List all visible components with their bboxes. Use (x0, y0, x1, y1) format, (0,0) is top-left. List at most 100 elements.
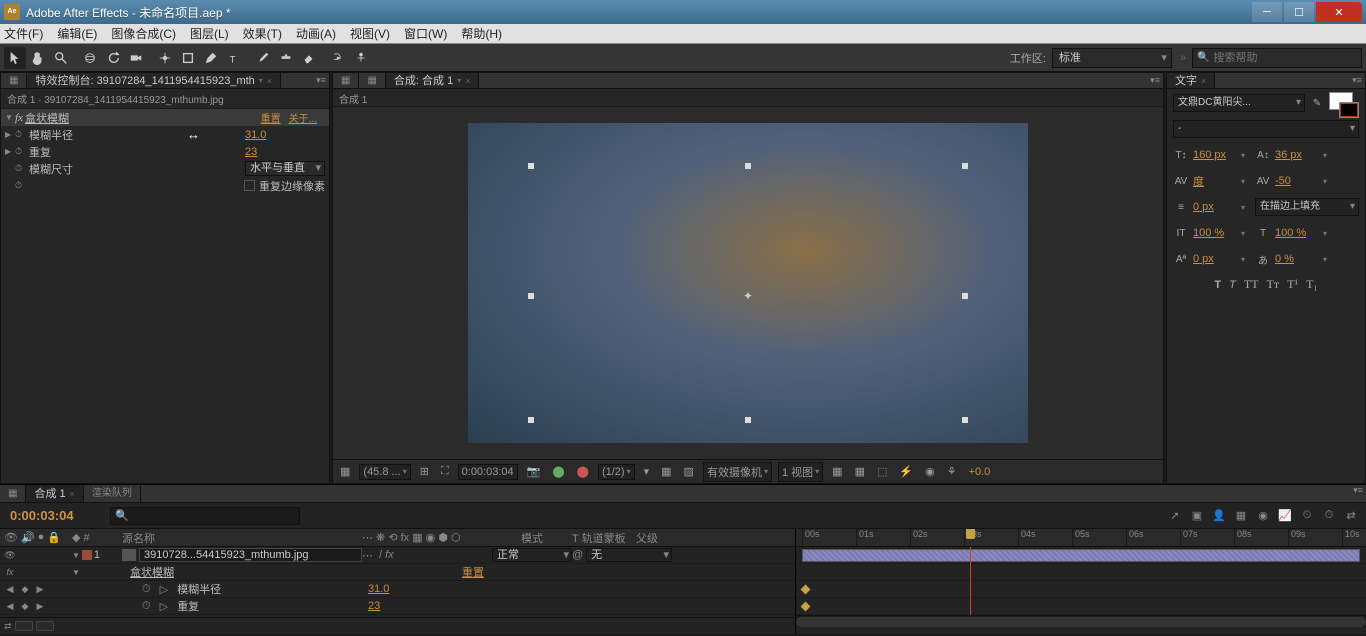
anchor-icon[interactable]: ✦ (742, 290, 754, 302)
toggle-switches-button[interactable]: ⇄ (4, 621, 12, 632)
transform-handle[interactable] (528, 163, 534, 169)
channel-icon[interactable]: ⬤ (549, 464, 567, 479)
tab-icon[interactable]: ▦ (0, 485, 26, 502)
text-tool[interactable]: T (223, 47, 245, 69)
eye-icon[interactable]: 👁 (4, 531, 18, 544)
effect-controls-tab[interactable]: 特效控制台: 39107284_1411954415923_mth▾× (27, 73, 281, 88)
panel-menu-icon[interactable]: ▾≡ (313, 75, 329, 86)
character-tab[interactable]: 文字× (1167, 73, 1215, 88)
keyframe-icon[interactable] (801, 602, 811, 612)
audio-icon[interactable]: 🔊 (21, 531, 35, 544)
vscale-value[interactable]: 100 % (1193, 227, 1237, 239)
tracking-value[interactable]: -50 (1275, 175, 1319, 187)
eyedropper-icon[interactable]: ✎ (1309, 98, 1325, 109)
layer-duration-bar[interactable] (802, 549, 1360, 562)
exposure-value[interactable]: +0.0 (966, 465, 994, 479)
subscript[interactable]: T₁ (1306, 277, 1318, 292)
faux-italic[interactable]: T (1229, 277, 1236, 292)
comp-mini-icon[interactable]: ➚ (1166, 509, 1184, 522)
workspace-dropdown[interactable]: 标准 (1052, 48, 1172, 68)
menu-animation[interactable]: 动画(A) (296, 25, 336, 42)
resolution-dropdown[interactable]: (1/2)▾ (598, 464, 635, 480)
fx-dimensions-dropdown[interactable]: 水平与垂直 (245, 161, 325, 176)
maximize-button[interactable]: ☐ (1284, 2, 1314, 22)
stroke-color-swatch[interactable] (1339, 102, 1359, 118)
footage-tab-icon[interactable]: ▦ (359, 73, 385, 88)
minimize-button[interactable]: ─ (1252, 2, 1282, 22)
graph-editor-icon[interactable]: 📈 (1276, 509, 1294, 522)
camera-dropdown[interactable]: 有效摄像机▾ (703, 462, 772, 482)
clone-tool[interactable] (275, 47, 297, 69)
transform-handle[interactable] (962, 163, 968, 169)
font-style-dropdown[interactable]: - (1173, 120, 1359, 138)
switch-toggle[interactable] (15, 621, 33, 631)
timeline-comp-tab[interactable]: 合成 1× (26, 485, 83, 502)
rect-tool[interactable] (177, 47, 199, 69)
blend-mode-dropdown[interactable]: 正常 (492, 548, 572, 562)
prop-value[interactable]: 31.0 (368, 583, 389, 595)
comp-canvas[interactable]: ✦ (468, 123, 1028, 443)
solo-icon[interactable]: ● (38, 531, 45, 544)
stroke-option-dropdown[interactable]: 在描边上填充 (1255, 198, 1359, 216)
transform-handle[interactable] (962, 293, 968, 299)
current-time-display[interactable]: 0:00:03:04 (0, 508, 110, 523)
timeline-icon[interactable]: ◉ (922, 464, 938, 479)
transparency-icon[interactable]: ▨ (681, 464, 697, 479)
roi-icon[interactable]: ⛶ (438, 464, 452, 479)
menu-file[interactable]: 文件(F) (4, 25, 43, 42)
kerning-value[interactable]: 度 (1193, 173, 1237, 189)
shy-icon[interactable]: 👤 (1210, 509, 1228, 522)
stopwatch-icon[interactable]: ⏱ (15, 180, 29, 191)
expression-icon[interactable]: ▷ (160, 583, 168, 596)
superscript[interactable]: T¹ (1287, 277, 1298, 292)
timeline-search-input[interactable] (129, 510, 295, 521)
transform-handle[interactable] (528, 293, 534, 299)
hand-tool[interactable] (27, 47, 49, 69)
all-caps[interactable]: TT (1244, 277, 1259, 292)
label-color[interactable] (82, 550, 92, 560)
lock-icon[interactable]: 🔒 (47, 531, 61, 544)
orbit-tool[interactable] (79, 47, 101, 69)
transform-handle[interactable] (528, 417, 534, 423)
font-size-value[interactable]: 160 px (1193, 149, 1237, 161)
stopwatch-icon[interactable]: ⏱ (15, 163, 29, 174)
expression-icon[interactable]: ▷ (160, 600, 168, 613)
fx-effect-header[interactable]: ▼fx 盒状模糊 重置 关于... (1, 109, 329, 126)
resolution-icon[interactable]: ⊞ (417, 464, 432, 479)
transform-handle[interactable] (745, 417, 751, 423)
menu-help[interactable]: 帮助(H) (461, 25, 502, 42)
tsume-value[interactable]: 0 % (1275, 253, 1319, 265)
timeline-search[interactable]: 🔍 (110, 507, 300, 525)
stopwatch-icon[interactable]: ⏱ (15, 129, 29, 140)
eraser-tool[interactable] (298, 47, 320, 69)
toggle-icon[interactable]: ▦ (852, 464, 868, 479)
stopwatch-icon[interactable]: ⏱ (142, 600, 151, 613)
magnification-dropdown[interactable]: (45.8 ...▾ (359, 464, 410, 480)
timeline-layer-row[interactable]: 👁 ▼1 3910728...54415923_mthumb.jpg ⋯/fx … (0, 547, 795, 564)
composition-tab[interactable]: 合成: 合成 1▾× (386, 73, 480, 88)
hscale-value[interactable]: 100 % (1275, 227, 1319, 239)
fx-reset-link[interactable]: 重置 (261, 110, 281, 125)
fx-edge-checkbox[interactable] (244, 180, 255, 191)
snapshot-icon[interactable]: 📷 (524, 464, 544, 479)
panel-menu-icon[interactable]: ▾≡ (1350, 485, 1366, 502)
layer-tab-icon[interactable]: ▦ (333, 73, 359, 88)
rotate-tool[interactable] (102, 47, 124, 69)
brainstorm-icon[interactable]: ⏲ (1298, 509, 1316, 522)
auto-keyframe-icon[interactable]: ⏱ (1320, 509, 1338, 522)
panel-menu-icon[interactable]: ▾≡ (1349, 75, 1365, 86)
menu-edit[interactable]: 编辑(E) (57, 25, 97, 42)
playhead-icon[interactable] (966, 529, 975, 539)
font-family-dropdown[interactable]: 文鼎DC黄阳尖... (1173, 94, 1305, 112)
fx-iterations-value[interactable]: 23 (245, 146, 325, 158)
leading-value[interactable]: 36 px (1275, 149, 1319, 161)
roto-tool[interactable] (327, 47, 349, 69)
stopwatch-icon[interactable]: ⏱ (142, 583, 151, 596)
timeline-prop-row[interactable]: ◀◆▶ ⏱ ▷ 重复 23 (0, 598, 795, 615)
transform-handle[interactable] (962, 417, 968, 423)
anchor-tool[interactable] (154, 47, 176, 69)
motion-blur-icon[interactable]: ◉ (1254, 509, 1272, 522)
fast-preview-icon[interactable]: ⚡ (896, 464, 916, 479)
panel-menu-icon[interactable]: ▾≡ (1147, 75, 1163, 86)
channel-icon[interactable]: ⬤ (574, 464, 592, 479)
